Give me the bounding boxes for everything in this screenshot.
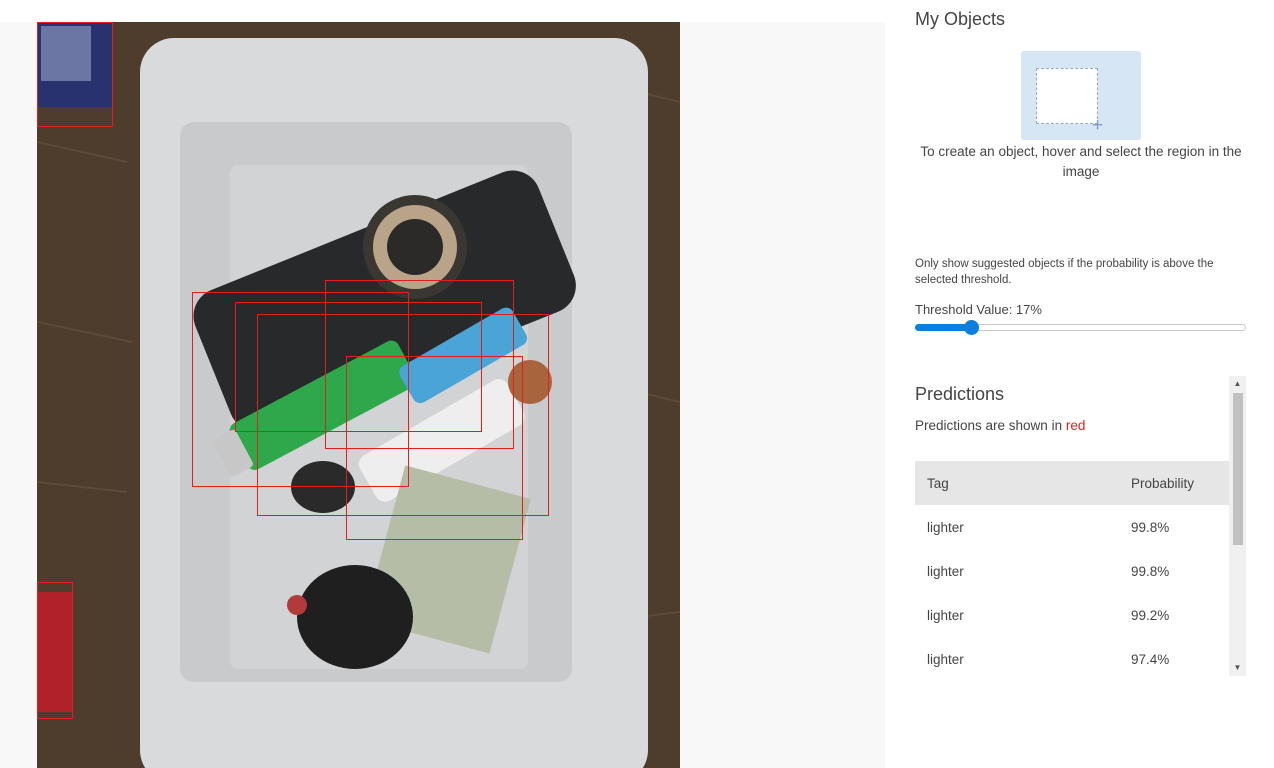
table-row[interactable]: lighter 97.4% bbox=[915, 637, 1229, 676]
slider-fill bbox=[915, 324, 971, 331]
prediction-box[interactable] bbox=[37, 22, 113, 127]
side-panel: My Objects + To create an object, hover … bbox=[885, 0, 1274, 768]
row-probability: 99.8% bbox=[1131, 549, 1229, 593]
table-row[interactable]: lighter 99.8% bbox=[915, 549, 1229, 593]
row-tag: lighter bbox=[915, 549, 1131, 593]
predictions-subtitle-text: Predictions are shown in bbox=[915, 418, 1066, 433]
slider-thumb[interactable] bbox=[964, 320, 979, 335]
predictions-color-word: red bbox=[1065, 418, 1086, 433]
column-header-tag[interactable]: Tag bbox=[915, 461, 1131, 505]
column-header-probability[interactable]: Probability bbox=[1131, 461, 1229, 505]
plus-icon: + bbox=[1092, 115, 1104, 136]
scroll-up-arrow-icon[interactable]: ▲ bbox=[1229, 376, 1246, 392]
predictions-title: Predictions bbox=[915, 384, 1005, 404]
row-tag: lighter bbox=[915, 637, 1131, 676]
create-object-hint: To create an object, hover and select th… bbox=[920, 144, 1242, 179]
prediction-box[interactable] bbox=[346, 356, 523, 540]
row-probability: 99.2% bbox=[1131, 593, 1229, 637]
threshold-slider[interactable] bbox=[915, 320, 1246, 336]
region-placeholder bbox=[1036, 68, 1098, 124]
table-header-row: Tag Probability bbox=[915, 461, 1229, 505]
tagging-image[interactable] bbox=[37, 22, 680, 768]
prediction-box[interactable] bbox=[37, 582, 73, 719]
table-row[interactable]: lighter 99.8% bbox=[915, 505, 1229, 549]
threshold-note: Only show suggested objects if the proba… bbox=[915, 258, 1214, 286]
row-tag: lighter bbox=[915, 593, 1131, 637]
row-probability: 97.4% bbox=[1131, 637, 1229, 676]
predictions-table: Tag Probability lighter 99.8% lighter 99… bbox=[915, 461, 1229, 676]
new-object-placeholder[interactable]: + bbox=[1021, 51, 1141, 140]
predictions-scrollbar[interactable]: ▲ ▼ bbox=[1229, 376, 1246, 676]
predictions-subtitle: Predictions are shown in red bbox=[915, 418, 1085, 433]
threshold-value-label: Threshold Value: 17% bbox=[915, 302, 1042, 317]
row-probability: 99.8% bbox=[1131, 505, 1229, 549]
image-pane bbox=[0, 0, 885, 768]
table-row[interactable]: lighter 99.2% bbox=[915, 593, 1229, 637]
row-tag: lighter bbox=[915, 505, 1131, 549]
scroll-down-arrow-icon[interactable]: ▼ bbox=[1229, 660, 1246, 676]
scrollbar-thumb[interactable] bbox=[1233, 393, 1243, 545]
predictions-table-container: Tag Probability lighter 99.8% lighter 99… bbox=[915, 461, 1229, 676]
my-objects-title: My Objects bbox=[915, 9, 1006, 29]
